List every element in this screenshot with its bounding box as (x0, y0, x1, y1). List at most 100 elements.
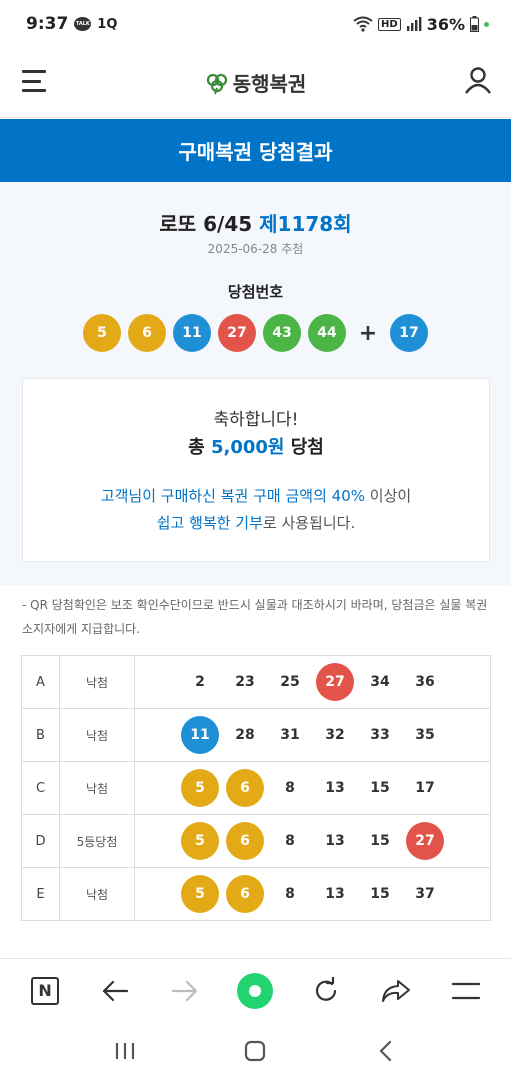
qr-notice: - QR 당첨확인은 보조 확인수단이므로 반드시 실물과 대조하시기 바라며,… (22, 598, 488, 636)
ticket-number: 17 (415, 780, 435, 796)
forward-button[interactable] (167, 973, 203, 1009)
page-title: 구매복권 당첨결과 (178, 140, 333, 164)
draw-title: 로또 6/45 제1178회 (0, 208, 511, 237)
browser-toolbar: N (0, 958, 511, 1022)
ticket-number-matched: 5 (181, 769, 219, 807)
ticket-number-matched: 6 (226, 875, 264, 913)
row-label: A (21, 655, 60, 709)
prize-total: 총 5,000원 당첨 (23, 433, 489, 459)
row-result: 낙첨 (59, 761, 135, 815)
status-bar: 9:37 TALK 1Q HD 36% (0, 0, 511, 48)
congrats-text: 축하합니다! (213, 410, 299, 430)
ticket-number: 28 (235, 727, 255, 743)
back-button[interactable] (97, 973, 133, 1009)
table-row: C 낙첨 5 6 8 13 15 17 (21, 761, 491, 815)
wifi-icon (353, 16, 373, 32)
winning-ball: 43 (263, 314, 301, 352)
row-label: C (21, 761, 60, 815)
draw-round: 제1178회 (259, 212, 352, 236)
ticket-number: 37 (415, 886, 435, 902)
clover-logo-icon (206, 73, 227, 94)
notification-text: 1Q (97, 16, 118, 32)
naver-home-button[interactable]: N (27, 973, 63, 1009)
row-numbers: 5 6 8 13 15 27 (134, 814, 491, 868)
logo-text: 동행복권 (232, 72, 307, 96)
more-menu-button[interactable] (448, 973, 484, 1009)
row-numbers: 2 23 25 27 34 36 (134, 655, 491, 709)
chevron-left-icon (379, 1040, 391, 1062)
ticket-number-matched: 6 (226, 769, 264, 807)
ticket-number: 15 (370, 780, 390, 796)
row-result: 낙첨 (59, 708, 135, 762)
site-logo[interactable]: 동행복권 (205, 68, 307, 97)
battery-percent: 36% (426, 14, 465, 34)
signal-icon (406, 17, 422, 31)
home-square-icon (245, 1040, 266, 1062)
donation-highlight-1: 고객님이 구매하신 복권 구매 금액의 40% (100, 487, 365, 505)
recent-apps-icon (116, 1043, 135, 1059)
ticket-number-matched: 11 (181, 716, 219, 754)
ticket-number: 8 (285, 833, 295, 849)
donation-rest-2: 로 사용됩니다. (262, 514, 356, 532)
status-right: HD 36% (353, 15, 489, 34)
row-result: 낙첨 (59, 655, 135, 709)
arrow-right-icon (172, 980, 198, 1001)
row-numbers: 5 6 8 13 15 37 (134, 867, 491, 921)
donation-text: 고객님이 구매하신 복권 구매 금액의 40% 이상이 쉽고 행복한 기부로 사… (23, 483, 489, 537)
ticket-number: 15 (370, 886, 390, 902)
page-title-band: 구매복권 당첨결과 (0, 119, 511, 182)
row-numbers: 5 6 8 13 15 17 (134, 761, 491, 815)
ticket-number: 32 (325, 727, 345, 743)
green-circle-icon (237, 972, 274, 1009)
winning-ball: 27 (218, 314, 256, 352)
game-name: 로또 6/45 (159, 212, 253, 236)
site-header: 동행복권 (0, 48, 511, 118)
ticket-number-matched: 27 (406, 822, 444, 860)
hamburger-icon[interactable] (22, 70, 46, 92)
system-back-button[interactable] (368, 1033, 404, 1069)
ticket-number-matched: 5 (181, 875, 219, 913)
ticket-number-matched: 27 (316, 663, 354, 701)
menu-lines-icon (451, 982, 480, 999)
reload-icon (315, 976, 336, 1001)
winning-numbers: 5 6 11 27 43 44 + 17 (0, 314, 511, 352)
kakaotalk-icon: TALK (74, 17, 92, 31)
row-numbers: 11 28 31 32 33 35 (134, 708, 491, 762)
plus-sign: + (358, 320, 378, 346)
ticket-number: 8 (285, 780, 295, 796)
winning-ball: 44 (308, 314, 346, 352)
browser-home-button[interactable] (237, 972, 274, 1009)
camera-indicator-dot (484, 21, 489, 27)
share-button[interactable] (378, 973, 414, 1009)
donation-highlight-2: 쉽고 행복한 기부 (156, 514, 263, 532)
ticket-number: 25 (280, 674, 300, 690)
winning-ball: 11 (173, 314, 211, 352)
prize-card: 축하합니다! 총 5,000원 당첨 고객님이 구매하신 복권 구매 금액의 4… (22, 378, 490, 562)
battery-icon (470, 16, 479, 32)
winning-ball: 5 (83, 314, 121, 352)
naver-n-icon: N (31, 976, 60, 1005)
ticket-number: 34 (370, 674, 390, 690)
table-row: E 낙첨 5 6 8 13 15 37 (21, 867, 491, 921)
arrow-left-icon (103, 980, 129, 1001)
row-label: D (21, 814, 60, 868)
ticket-number: 15 (370, 833, 390, 849)
share-icon (381, 979, 410, 1002)
hd-voice-icon: HD (378, 17, 401, 31)
ticket-table: A 낙첨 2 23 25 27 34 36 B 낙첨 11 28 31 32 3… (21, 655, 491, 921)
ticket-number: 8 (285, 886, 295, 902)
ticket-number: 35 (415, 727, 435, 743)
status-time: 9:37 (26, 14, 69, 34)
ticket-number: 13 (325, 886, 345, 902)
row-label: E (21, 867, 60, 921)
donation-rest-1: 이상이 (365, 487, 412, 505)
ticket-number: 2 (195, 674, 205, 690)
user-icon[interactable] (463, 65, 493, 95)
home-button[interactable] (237, 1033, 273, 1069)
row-label: B (21, 708, 60, 762)
prize-suffix: 당첨 (290, 437, 324, 458)
recent-apps-button[interactable] (107, 1033, 143, 1069)
row-result: 낙첨 (59, 867, 135, 921)
ticket-number: 13 (325, 833, 345, 849)
reload-button[interactable] (308, 973, 344, 1009)
